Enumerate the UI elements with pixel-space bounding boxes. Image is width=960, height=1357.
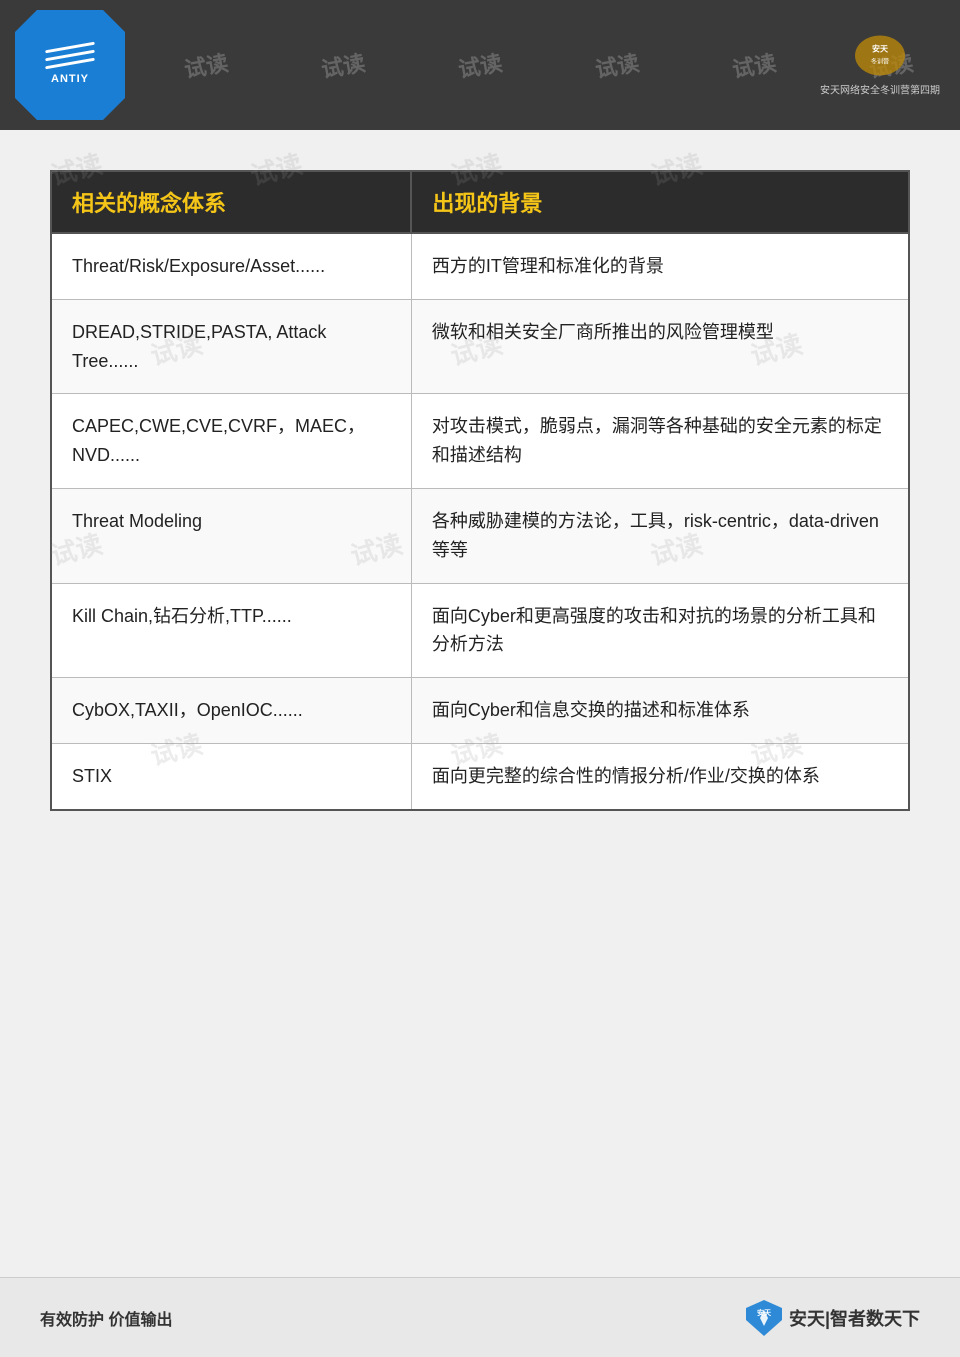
table-row: Threat Modeling 各种威胁建模的方法论，工具，risk-centr… [51, 488, 909, 583]
col2-header: 出现的背景 [411, 171, 909, 233]
table-row: CybOX,TAXII，OpenIOC...... 面向Cyber和信息交换的描… [51, 678, 909, 744]
header: 试读 试读 试读 试读 试读 试读 试读 ANTIY 安天 冬训营 安天网络安全… [0, 0, 960, 130]
svg-text:冬训营: 冬训营 [871, 58, 889, 66]
table-row: Kill Chain,钻石分析,TTP...... 面向Cyber和更高强度的攻… [51, 583, 909, 678]
header-subtitle: 安天网络安全冬训营第四期 [820, 82, 940, 97]
footer-logo: 安天 安天|智者数天下 [744, 1298, 920, 1338]
col1-header: 相关的概念体系 [51, 171, 411, 233]
table-cell-right-2: 对攻击模式，脆弱点，漏洞等各种基础的安全元素的标定和描述结构 [411, 394, 909, 489]
main-content: 试读 试读 试读 试读 试读 试读 试读 试读 试读 试读 试读 试读 试读 试… [0, 130, 960, 841]
footer-logo-icon: 安天 [744, 1298, 784, 1338]
table-header-row: 相关的概念体系 出现的背景 [51, 171, 909, 233]
content-table: 相关的概念体系 出现的背景 Threat/Risk/Exposure/Asset… [50, 170, 910, 811]
table-cell-left-2: CAPEC,CWE,CVE,CVRF，MAEC，NVD...... [51, 394, 411, 489]
table-row: DREAD,STRIDE,PASTA, Attack Tree...... 微软… [51, 299, 909, 394]
table-cell-left-1: DREAD,STRIDE,PASTA, Attack Tree...... [51, 299, 411, 394]
header-right-logo: 安天 冬训营 安天网络安全冬训营第四期 [820, 34, 940, 97]
header-watermark-5: 试读 [593, 45, 642, 84]
footer-tagline: 有效防护 价值输出 [40, 1306, 172, 1330]
header-watermark-3: 试读 [318, 45, 367, 84]
table-cell-left-3: Threat Modeling [51, 488, 411, 583]
table-cell-left-0: Threat/Risk/Exposure/Asset...... [51, 233, 411, 299]
antiy-badge-icon: 安天 冬训营 [850, 34, 910, 79]
header-watermark-4: 试读 [456, 45, 505, 84]
table-row: CAPEC,CWE,CVE,CVRF，MAEC，NVD...... 对攻击模式，… [51, 394, 909, 489]
header-watermark-6: 试读 [730, 45, 779, 84]
footer-brand-text: 安天|智者数天下 [789, 1305, 920, 1331]
table-body: Threat/Risk/Exposure/Asset...... 西方的IT管理… [51, 233, 909, 810]
logo-brand-text: ANTIY [51, 73, 89, 85]
table-row: STIX 面向更完整的综合性的情报分析/作业/交换的体系 [51, 743, 909, 809]
table-cell-right-4: 面向Cyber和更高强度的攻击和对抗的场景的分析工具和分析方法 [411, 583, 909, 678]
table-cell-right-6: 面向更完整的综合性的情报分析/作业/交换的体系 [411, 743, 909, 809]
antiy-logo: ANTIY [15, 10, 125, 120]
table-cell-left-5: CybOX,TAXII，OpenIOC...... [51, 678, 411, 744]
header-watermark-2: 试读 [181, 45, 230, 84]
table-cell-left-6: STIX [51, 743, 411, 809]
table-cell-left-4: Kill Chain,钻石分析,TTP...... [51, 583, 411, 678]
header-watermark-container: 试读 试读 试读 试读 试读 试读 试读 [0, 0, 960, 130]
footer: 有效防护 价值输出 安天 安天|智者数天下 [0, 1277, 960, 1357]
table-cell-right-3: 各种威胁建模的方法论，工具，risk-centric，data-driven等等 [411, 488, 909, 583]
table-row: Threat/Risk/Exposure/Asset...... 西方的IT管理… [51, 233, 909, 299]
logo-lines [45, 46, 95, 65]
table-cell-right-1: 微软和相关安全厂商所推出的风险管理模型 [411, 299, 909, 394]
table-cell-right-5: 面向Cyber和信息交换的描述和标准体系 [411, 678, 909, 744]
table-cell-right-0: 西方的IT管理和标准化的背景 [411, 233, 909, 299]
svg-text:安天: 安天 [872, 44, 889, 54]
